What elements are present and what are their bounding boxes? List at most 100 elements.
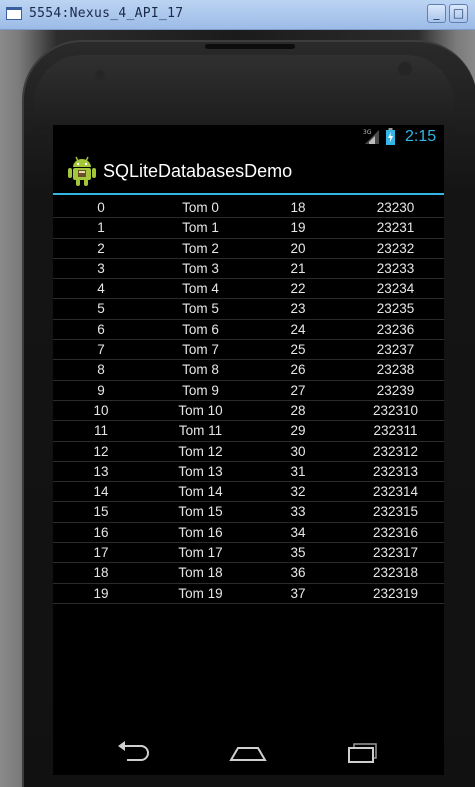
list-item[interactable]: 16 Tom 16 34 232316 — [53, 523, 444, 544]
row-name: Tom 7 — [182, 342, 219, 358]
list-item[interactable]: 18 Tom 18 36 232318 — [53, 563, 444, 584]
row-phone: 23236 — [376, 321, 415, 337]
row-age: 27 — [290, 382, 306, 398]
row-id: 9 — [97, 382, 105, 398]
row-name: Tom 15 — [178, 504, 223, 520]
list-item[interactable]: 2 Tom 2 20 23232 — [53, 239, 444, 259]
list-item[interactable]: 3 Tom 3 21 23233 — [53, 259, 444, 280]
row-age: 18 — [290, 200, 306, 215]
row-phone: 23238 — [376, 362, 415, 378]
proximity-sensor — [95, 70, 105, 80]
records-list[interactable]: 0 Tom 0 18 23230 1 Tom 1 19 23231 2 Tom 2 20 23232 3… — [53, 198, 444, 604]
row-phone: 23232 — [376, 240, 415, 256]
row-age: 25 — [290, 342, 306, 358]
row-phone: 232311 — [373, 423, 418, 439]
list-item[interactable]: 0 Tom 0 18 23230 — [53, 198, 444, 219]
row-name: Tom 4 — [182, 281, 219, 297]
row-age: 29 — [290, 423, 306, 439]
row-name: Tom 17 — [178, 545, 223, 561]
row-phone: 23231 — [376, 220, 415, 236]
row-name: Tom 18 — [178, 565, 223, 581]
row-name: Tom 19 — [178, 585, 223, 601]
row-name: Tom 13 — [178, 463, 223, 479]
row-phone: 23239 — [376, 382, 415, 398]
row-phone: 232316 — [372, 524, 419, 540]
emulator-titlebar: 5554:Nexus_4_API_17 _ □ — [0, 0, 475, 30]
row-name: Tom 0 — [182, 200, 219, 215]
list-item[interactable]: 12 Tom 12 30 232312 — [53, 442, 444, 462]
list-item[interactable]: 6 Tom 6 24 23236 — [53, 320, 444, 341]
row-id: 4 — [97, 281, 105, 297]
row-phone: 23234 — [376, 281, 415, 297]
row-age: 21 — [290, 260, 306, 276]
row-age: 28 — [290, 402, 306, 418]
row-name: Tom 14 — [178, 484, 223, 500]
back-icon[interactable] — [115, 736, 155, 766]
row-id: 2 — [97, 240, 105, 256]
row-name: Tom 6 — [182, 321, 219, 337]
row-phone: 232319 — [372, 585, 419, 601]
row-id: 0 — [97, 200, 105, 215]
row-id: 17 — [93, 545, 109, 561]
list-item[interactable]: 13 Tom 13 31 232313 — [53, 462, 444, 483]
row-id: 7 — [97, 342, 105, 358]
android-app-icon[interactable] — [67, 155, 97, 187]
recent-apps-icon[interactable] — [343, 736, 383, 766]
row-age: 35 — [290, 545, 306, 561]
row-id: 12 — [93, 443, 109, 459]
row-phone: 232312 — [372, 443, 419, 459]
row-name: Tom 8 — [182, 362, 219, 378]
list-item[interactable]: 7 Tom 7 25 23237 — [53, 340, 444, 361]
home-icon[interactable] — [228, 736, 268, 766]
list-item[interactable]: 19 Tom 19 37 232319 — [53, 584, 444, 604]
list-item[interactable]: 1 Tom 1 19 23231 — [53, 218, 444, 239]
row-age: 37 — [290, 585, 306, 601]
row-age: 32 — [290, 484, 306, 500]
row-id: 5 — [97, 301, 105, 317]
list-item[interactable]: 17 Tom 17 35 232317 — [53, 543, 444, 564]
row-id: 13 — [93, 463, 109, 479]
row-phone: 232313 — [372, 463, 419, 479]
row-phone: 232315 — [372, 504, 419, 520]
network-type-label: 3G — [363, 129, 372, 136]
minimize-button[interactable]: _ — [427, 4, 446, 23]
list-item[interactable]: 8 Tom 8 26 23238 — [53, 360, 444, 381]
row-phone: 23230 — [376, 200, 415, 215]
list-item[interactable]: 10 Tom 10 28 232310 — [53, 401, 444, 422]
list-item[interactable]: 9 Tom 9 27 23239 — [53, 381, 444, 401]
navigation-bar — [53, 730, 444, 775]
row-age: 23 — [290, 301, 306, 317]
row-name: Tom 10 — [178, 402, 223, 418]
row-name: Tom 11 — [178, 423, 223, 439]
row-id: 15 — [93, 504, 109, 520]
row-age: 24 — [290, 321, 306, 337]
row-age: 22 — [290, 281, 306, 297]
row-phone: 232314 — [372, 484, 419, 500]
row-phone: 23237 — [376, 342, 415, 358]
row-id: 19 — [93, 585, 109, 601]
list-item[interactable]: 4 Tom 4 22 23234 — [53, 279, 444, 300]
row-phone: 232317 — [372, 545, 419, 561]
app-title: SQLiteDatabasesDemo — [103, 161, 293, 181]
window-icon — [6, 7, 22, 20]
device-top-bezel — [34, 55, 454, 130]
list-item[interactable]: 11 Tom 11 29 232311 — [53, 421, 444, 442]
row-age: 19 — [290, 220, 306, 236]
row-age: 30 — [290, 443, 306, 459]
row-name: Tom 2 — [182, 240, 219, 256]
row-phone: 23233 — [376, 260, 415, 276]
row-id: 8 — [97, 362, 105, 378]
row-name: Tom 3 — [182, 260, 219, 276]
signal-icon: 3G — [363, 129, 379, 144]
row-age: 26 — [290, 362, 306, 378]
front-camera — [398, 62, 412, 76]
battery-charging-icon — [386, 128, 395, 145]
list-item[interactable]: 15 Tom 15 33 232315 — [53, 502, 444, 523]
list-item[interactable]: 5 Tom 5 23 23235 — [53, 299, 444, 320]
row-name: Tom 9 — [182, 382, 219, 398]
row-id: 14 — [93, 484, 109, 500]
maximize-button[interactable]: □ — [449, 4, 468, 23]
status-clock: 2:15 — [405, 128, 437, 145]
list-item[interactable]: 14 Tom 14 32 232314 — [53, 482, 444, 503]
row-id: 6 — [97, 321, 105, 337]
